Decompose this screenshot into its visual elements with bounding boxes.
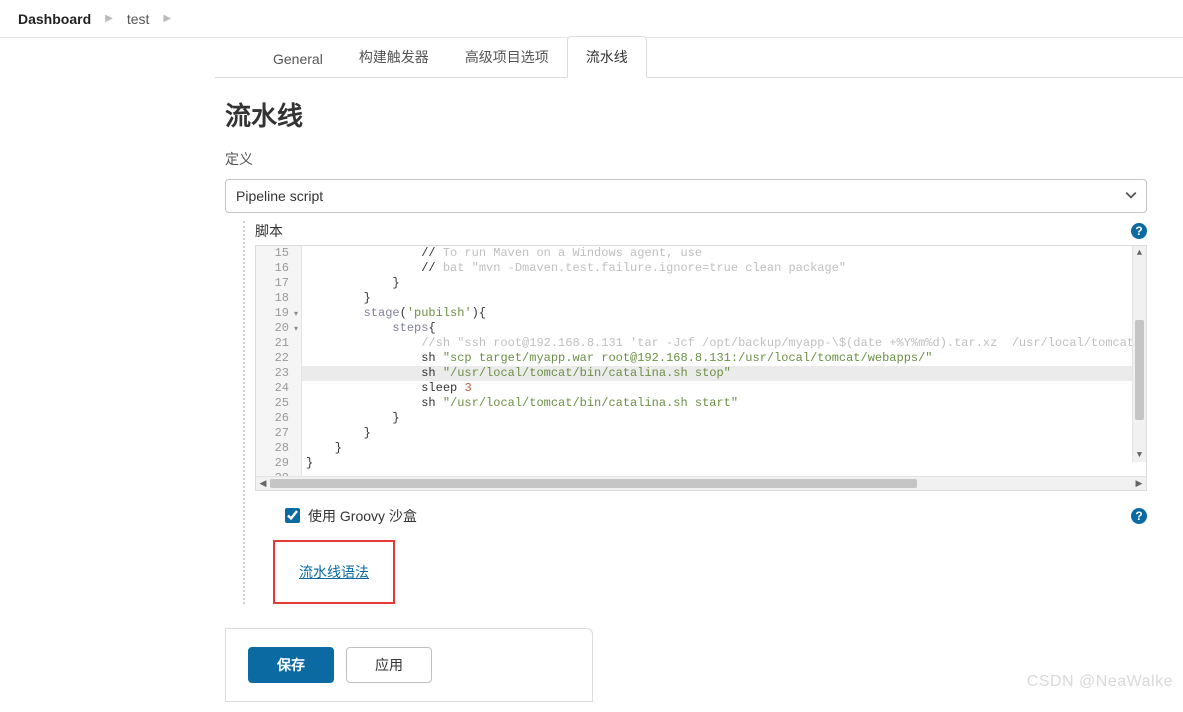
scroll-right-icon[interactable]: ▶ [1132, 477, 1146, 490]
sandbox-label: 使用 Groovy 沙盒 [308, 506, 417, 526]
script-label: 脚本 [255, 221, 283, 241]
breadcrumb-item-test[interactable]: test [121, 11, 156, 27]
script-editor-wrap: 1516171819▾20▾21222324252627282930 // To… [255, 245, 1147, 491]
save-button[interactable]: 保存 [248, 647, 334, 683]
tab-pipeline[interactable]: 流水线 [567, 36, 647, 78]
sandbox-row: 使用 Groovy 沙盒 ? [281, 505, 1147, 526]
horizontal-scrollbar[interactable]: ◀ ▶ [256, 476, 1146, 490]
breadcrumb: Dashboard ▶ test ▶ [0, 0, 1183, 38]
help-icon[interactable]: ? [1131, 508, 1147, 524]
vertical-scrollbar[interactable]: ▲ ▼ [1132, 246, 1146, 462]
scroll-down-icon[interactable]: ▼ [1133, 448, 1146, 462]
definition-select[interactable]: Pipeline script [225, 179, 1147, 213]
scroll-thumb[interactable] [270, 479, 917, 488]
definition-label: 定义 [225, 149, 1147, 169]
config-tabs: General 构建触发器 高级项目选项 流水线 [215, 38, 1183, 78]
tab-general[interactable]: General [255, 41, 341, 77]
scroll-up-icon[interactable]: ▲ [1133, 246, 1146, 260]
definition-select-wrap: Pipeline script [225, 179, 1147, 213]
chevron-right-icon: ▶ [155, 13, 179, 24]
script-field-block: 脚本 ? 1516171819▾20▾21222324252627282930 … [243, 221, 1147, 604]
scroll-thumb[interactable] [1135, 320, 1144, 420]
content-pane: General 构建触发器 高级项目选项 流水线 流水线 定义 Pipeline… [215, 38, 1183, 712]
tab-advanced-options[interactable]: 高级项目选项 [447, 37, 567, 77]
tab-build-triggers[interactable]: 构建触发器 [341, 37, 447, 77]
page-title: 流水线 [225, 96, 1147, 133]
scroll-left-icon[interactable]: ◀ [256, 477, 270, 490]
pipeline-syntax-link[interactable]: 流水线语法 [299, 564, 369, 580]
sandbox-checkbox[interactable] [285, 508, 300, 523]
help-icon[interactable]: ? [1131, 223, 1147, 239]
editor-gutter: 1516171819▾20▾21222324252627282930 [256, 246, 302, 476]
editor-code-area[interactable]: // To run Maven on a Windows agent, use … [302, 246, 1146, 476]
scroll-track[interactable] [270, 477, 1132, 490]
scroll-track[interactable] [1133, 260, 1146, 448]
chevron-right-icon: ▶ [97, 13, 121, 24]
pipeline-section: 流水线 定义 Pipeline script 脚本 ? 1516171819▾2… [215, 78, 1183, 712]
breadcrumb-item-dashboard[interactable]: Dashboard [12, 11, 97, 27]
syntax-box: 流水线语法 [273, 540, 395, 604]
apply-button[interactable]: 应用 [346, 647, 432, 683]
script-editor[interactable]: 1516171819▾20▾21222324252627282930 // To… [256, 246, 1146, 476]
button-bar: 保存 应用 [225, 628, 593, 702]
